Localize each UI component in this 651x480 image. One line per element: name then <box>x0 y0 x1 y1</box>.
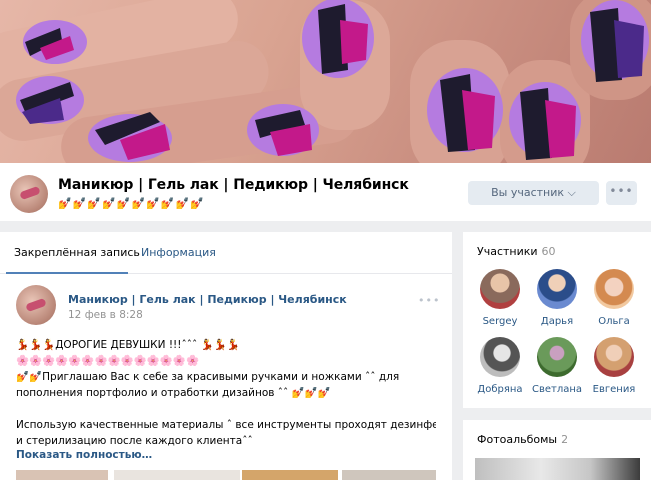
member-item[interactable]: Светлана <box>530 337 584 395</box>
members-title[interactable]: Участники 60 <box>477 245 556 258</box>
post-author-avatar[interactable] <box>16 285 56 325</box>
post-line: 🌸🌸🌸🌸🌸🌸🌸🌸🌸🌸🌸🌸🌸🌸 <box>16 355 200 367</box>
post-photo[interactable] <box>242 470 338 480</box>
member-avatar <box>537 269 577 309</box>
nail-1 <box>23 20 87 64</box>
wall-card: Закреплённая запись Информация Маникюр |… <box>0 232 452 480</box>
post-photos <box>16 470 436 480</box>
member-item[interactable]: Добряна <box>473 337 527 395</box>
post-photo[interactable] <box>16 470 108 480</box>
members-card: Участники 60 Sergey Дарья Ольга Добряна С… <box>463 232 651 408</box>
nail-4 <box>247 104 319 156</box>
nail-5 <box>302 0 374 78</box>
post-line <box>16 401 436 417</box>
show-more-link[interactable]: Показать полностью… <box>16 449 152 461</box>
active-tab-indicator <box>6 272 128 274</box>
tab-pinned-post[interactable]: Закреплённая запись <box>14 246 140 259</box>
post-line: Использую качественные материалы ˆ все и… <box>16 419 436 431</box>
post-text: 💃💃💃ДОРОГИЕ ДЕВУШКИ !!!ˆˆˆ 💃💃💃 🌸🌸🌸🌸🌸🌸🌸🌸🌸🌸… <box>16 337 436 449</box>
member-name: Sergey <box>482 316 518 327</box>
group-status: 💅💅💅💅💅💅💅💅💅💅 <box>58 197 205 210</box>
post-line: и стерилизацию после каждого клиентаˆˆ <box>16 435 253 447</box>
post-line: 💃💃💃ДОРОГИЕ ДЕВУШКИ !!!ˆˆˆ 💃💃💃 <box>16 339 240 351</box>
post-date[interactable]: 12 фев в 8:28 <box>68 309 143 321</box>
member-avatar <box>594 269 634 309</box>
album-preview[interactable] <box>475 458 640 480</box>
member-avatar <box>594 337 634 377</box>
member-name: Евгения <box>592 384 636 395</box>
post-line: 💅💅Приглашаю Вас к себе за красивыми ручк… <box>16 371 400 383</box>
cover-image <box>0 0 651 163</box>
nail-6 <box>427 68 503 152</box>
member-item[interactable]: Евгения <box>587 337 641 395</box>
post-author[interactable]: Маникюр | Гель лак | Педикюр | Челябинск <box>68 293 347 306</box>
albums-count: 2 <box>561 433 569 446</box>
albums-title-label: Фотоальбомы <box>477 433 558 446</box>
member-name: Светлана <box>531 384 583 395</box>
member-status-button[interactable]: Вы участник ⌵ <box>468 181 599 205</box>
post-photo[interactable] <box>114 470 240 480</box>
manicure-illustration <box>0 0 651 163</box>
member-avatar <box>480 269 520 309</box>
members-title-label: Участники <box>477 245 538 258</box>
member-item[interactable]: Дарья <box>530 269 584 327</box>
members-count: 60 <box>541 245 556 258</box>
member-name: Дарья <box>540 316 574 327</box>
post-line: пополнения портфолио и отработки дизайно… <box>16 387 331 399</box>
tab-info[interactable]: Информация <box>141 246 216 259</box>
post-more-icon[interactable]: ••• <box>418 294 440 307</box>
member-name: Ольга <box>598 316 630 327</box>
albums-card: Фотоальбомы 2 <box>463 420 651 480</box>
nail-2 <box>16 76 84 124</box>
member-item[interactable]: Sergey <box>473 269 527 327</box>
wall-tabs: Закреплённая запись Информация <box>0 232 452 274</box>
member-name: Добряна <box>477 384 523 395</box>
group-avatar[interactable] <box>10 175 48 213</box>
post-photo[interactable] <box>342 470 436 480</box>
member-avatar <box>480 337 520 377</box>
member-avatar <box>537 337 577 377</box>
group-title: Маникюр | Гель лак | Педикюр | Челябинск <box>58 177 409 193</box>
albums-title[interactable]: Фотоальбомы 2 <box>477 433 568 446</box>
group-more-button[interactable]: ••• <box>606 181 637 205</box>
member-item[interactable]: Ольга <box>587 269 641 327</box>
